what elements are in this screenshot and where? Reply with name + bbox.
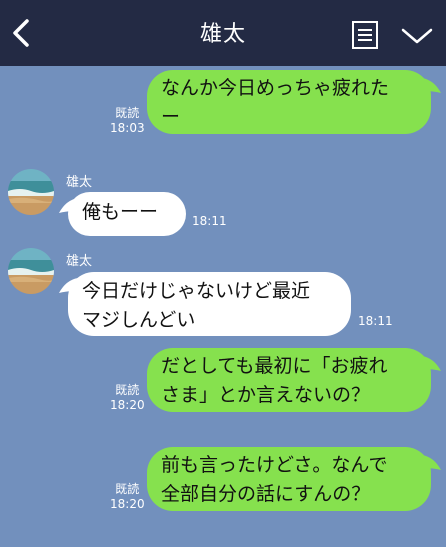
memo-list-icon bbox=[352, 21, 378, 49]
read-label: 既読 bbox=[115, 482, 140, 496]
message-time: 18:20 bbox=[110, 497, 145, 511]
read-receipt: 既読 18:20 bbox=[110, 383, 145, 413]
message-text: なんか今日めっちゃ疲れた ー bbox=[161, 77, 390, 128]
message-bubble-sent[interactable]: だとしても最初に「お疲れ さま」とか言えないの？ bbox=[147, 348, 441, 412]
read-label: 既読 bbox=[115, 106, 140, 120]
bubble-tail bbox=[59, 278, 78, 293]
sender-name: 雄太 bbox=[66, 254, 93, 269]
chat-title: 雄太 bbox=[199, 22, 246, 47]
read-receipt: 既読 18:03 bbox=[110, 106, 145, 136]
message-text: 俺もーー bbox=[82, 201, 159, 223]
beach-avatar-image bbox=[8, 248, 54, 294]
bubble-tail bbox=[59, 198, 78, 213]
memo-button[interactable] bbox=[351, 20, 379, 50]
read-receipt: 既読 18:20 bbox=[110, 482, 145, 512]
read-label: 既読 bbox=[115, 383, 140, 397]
message-bubble-received[interactable]: 今日だけじゃないけど最近 マジしんどい bbox=[59, 272, 351, 336]
contact-avatar[interactable] bbox=[8, 248, 54, 294]
contact-avatar[interactable] bbox=[8, 169, 54, 215]
back-button[interactable] bbox=[8, 18, 36, 48]
message-bubble-received[interactable]: 俺もーー bbox=[59, 192, 186, 236]
chevron-down-icon bbox=[401, 28, 433, 44]
message-text: だとしても最初に「お疲れ さま」とか言えないの？ bbox=[161, 355, 388, 406]
message-text: 今日だけじゃないけど最近 マジしんどい bbox=[82, 280, 311, 331]
sender-name: 雄太 bbox=[66, 175, 93, 190]
message-time: 18:20 bbox=[110, 398, 145, 412]
message-text: 前も言ったけどさ。なんで 全部自分の話にすんの？ bbox=[161, 454, 388, 505]
menu-toggle-button[interactable] bbox=[400, 26, 434, 46]
message-time: 18:11 bbox=[358, 314, 393, 328]
message-bubble-sent[interactable]: なんか今日めっちゃ疲れた ー bbox=[147, 70, 441, 134]
message-time: 18:11 bbox=[192, 214, 227, 228]
message-bubble-sent[interactable]: 前も言ったけどさ。なんで 全部自分の話にすんの？ bbox=[147, 447, 441, 511]
message-time: 18:03 bbox=[110, 121, 145, 135]
beach-avatar-image bbox=[8, 169, 54, 215]
chevron-left-icon bbox=[13, 19, 29, 47]
chat-header: 雄太 bbox=[0, 0, 446, 66]
